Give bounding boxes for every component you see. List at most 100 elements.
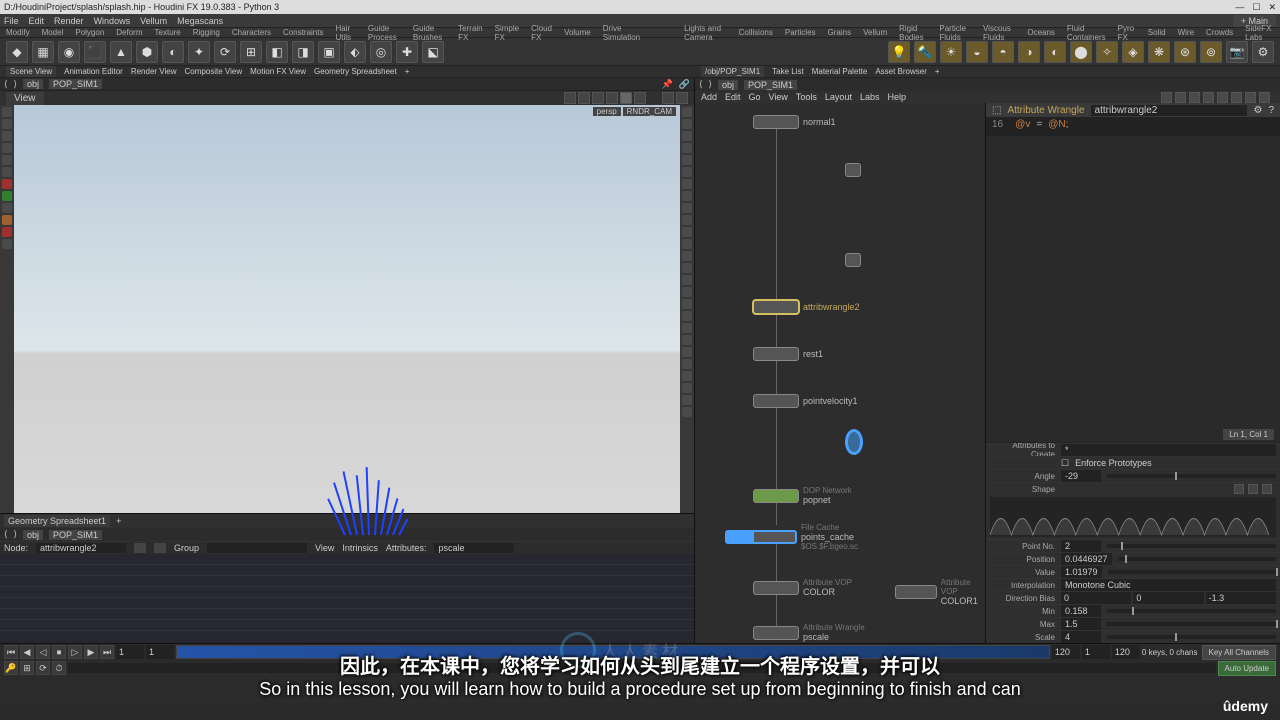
tab-add[interactable]: + (405, 67, 410, 76)
net-opt-icon[interactable] (1259, 92, 1270, 103)
shelf-tab[interactable]: Lights and Camera (684, 24, 727, 42)
node-attribwrangle[interactable]: attribwrangle2 (753, 300, 860, 314)
loop-icon[interactable]: ⟳ (36, 661, 50, 675)
position-field[interactable]: 0.0446927 (1061, 553, 1112, 565)
tool-icon[interactable]: ⬢ (136, 41, 158, 63)
nmenu-edit[interactable]: Edit (725, 92, 741, 102)
link-icon[interactable]: 🔗 (679, 79, 690, 90)
light-tool-icon[interactable]: ☀ (940, 41, 962, 63)
node-vis[interactable]: Attribute WrangleVIS (845, 428, 865, 456)
class-icon[interactable] (134, 543, 146, 553)
display-icon[interactable] (682, 239, 692, 249)
net-opt-icon[interactable] (1161, 92, 1172, 103)
display-icon[interactable] (682, 323, 692, 333)
vex-editor[interactable]: 16 @v = @N; (986, 117, 1280, 135)
nmenu-help[interactable]: Help (887, 92, 906, 102)
ss-attr-field[interactable]: pscale (434, 543, 514, 553)
display-icon[interactable] (682, 263, 692, 273)
min-slider[interactable] (1107, 609, 1276, 613)
menu-render[interactable]: Render (54, 16, 84, 26)
play-back-icon[interactable]: ◁ (36, 645, 50, 659)
pointno-slider[interactable] (1107, 544, 1276, 548)
vex-editor-body[interactable]: Ln 1, Col 1 (986, 135, 1280, 443)
angle-slider[interactable] (1107, 474, 1276, 478)
node-pscale[interactable]: Attribute Wranglepscale (753, 623, 865, 642)
ss-view[interactable]: View (315, 543, 334, 553)
display-icon[interactable] (682, 287, 692, 297)
play-next-icon[interactable]: ▶ (84, 645, 98, 659)
display-icon[interactable] (682, 119, 692, 129)
shelf-tab[interactable]: Cloud FX (531, 24, 552, 42)
play-stop-icon[interactable]: ⏹ (52, 645, 66, 659)
light-tool-icon[interactable]: ◒ (966, 41, 988, 63)
tool-icon[interactable]: ⟳ (214, 41, 236, 63)
tab-parm[interactable]: /obj/POP_SIM1 (701, 66, 764, 77)
display-icon[interactable] (682, 155, 692, 165)
tab-scene-view[interactable]: Scene View (6, 66, 56, 77)
tool-icon[interactable] (2, 215, 12, 225)
ss-group-field[interactable] (207, 543, 307, 553)
nmenu-layout[interactable]: Layout (825, 92, 852, 102)
gear-icon[interactable]: ⚙ (1253, 105, 1262, 116)
global-start[interactable]: 1 (1082, 645, 1110, 659)
shelf-tab[interactable]: Simple FX (495, 24, 519, 42)
ramp-del-icon[interactable] (1248, 484, 1258, 494)
angle-field[interactable]: -29 (1061, 470, 1101, 482)
tool-icon[interactable]: ▣ (318, 41, 340, 63)
light-tool-icon[interactable]: ◐ (1044, 41, 1066, 63)
shelf-tab[interactable]: Model (42, 28, 64, 37)
display-icon[interactable] (682, 395, 692, 405)
vp-option-icon[interactable] (592, 92, 604, 104)
light-tool-icon[interactable]: ◑ (1018, 41, 1040, 63)
auto-update-button[interactable]: Auto Update (1218, 661, 1276, 676)
tool-icon[interactable]: ▲ (110, 41, 132, 63)
net-opt-icon[interactable] (1175, 92, 1186, 103)
position-slider[interactable] (1118, 557, 1276, 561)
tool-icon[interactable]: ◨ (292, 41, 314, 63)
display-icon[interactable] (682, 227, 692, 237)
play-fwd-icon[interactable]: ▷ (68, 645, 82, 659)
path-chip[interactable]: obj (23, 530, 43, 540)
shelf-tab[interactable]: Particle Fluids (939, 24, 971, 42)
dirbias-z[interactable]: -1.3 (1206, 592, 1276, 604)
display-icon[interactable] (682, 299, 692, 309)
play-last-icon[interactable]: ⏭ (100, 645, 114, 659)
nmenu-labs[interactable]: Labs (860, 92, 880, 102)
shelf-tab[interactable]: Collisions (739, 28, 773, 37)
camera-tool-icon[interactable]: 📷 (1226, 41, 1248, 63)
back-icon[interactable]: ⟨ (699, 79, 703, 90)
close-icon[interactable]: ✕ (1268, 2, 1276, 13)
shelf-tab[interactable]: Oceans (1027, 28, 1055, 37)
vp-option-icon[interactable] (662, 92, 674, 104)
value-slider[interactable] (1108, 570, 1276, 574)
shelf-tab[interactable]: Rigging (193, 28, 220, 37)
range-end-field[interactable]: 120 (1052, 645, 1080, 659)
display-icon[interactable] (682, 335, 692, 345)
light-tool-icon[interactable]: 🔦 (914, 41, 936, 63)
maximize-icon[interactable]: ☐ (1252, 2, 1260, 13)
display-icon[interactable] (682, 383, 692, 393)
ss-intrinsics[interactable]: Intrinsics (342, 543, 378, 553)
light-tool-icon[interactable]: ⊚ (1200, 41, 1222, 63)
shelf-tab[interactable]: Wire (1178, 28, 1194, 37)
light-tool-icon[interactable]: ◓ (992, 41, 1014, 63)
tool-icon[interactable]: ◎ (370, 41, 392, 63)
display-icon[interactable] (682, 203, 692, 213)
min-field[interactable]: 0.158 (1061, 605, 1101, 617)
select-tool-icon[interactable] (2, 107, 12, 117)
light-tool-icon[interactable]: ⬤ (1070, 41, 1092, 63)
node-popnet[interactable]: DOP Networkpopnet (753, 486, 852, 505)
light-tool-icon[interactable]: ⊛ (1174, 41, 1196, 63)
frame-field[interactable]: 1 (116, 645, 144, 659)
tab-material[interactable]: Material Palette (812, 67, 868, 76)
path-chip[interactable]: POP_SIM1 (744, 80, 797, 90)
light-tool-icon[interactable]: ✧ (1096, 41, 1118, 63)
key-icon[interactable]: 🔑 (4, 661, 18, 675)
display-icon[interactable] (682, 359, 692, 369)
node-normal1[interactable]: normal1 (753, 115, 836, 129)
tool-icon[interactable]: ⬕ (422, 41, 444, 63)
shelf-tab[interactable]: Rigid Bodies (899, 24, 927, 42)
light-tool-icon[interactable]: 💡 (888, 41, 910, 63)
display-icon[interactable] (682, 371, 692, 381)
ramp-opt-icon[interactable] (1262, 484, 1272, 494)
